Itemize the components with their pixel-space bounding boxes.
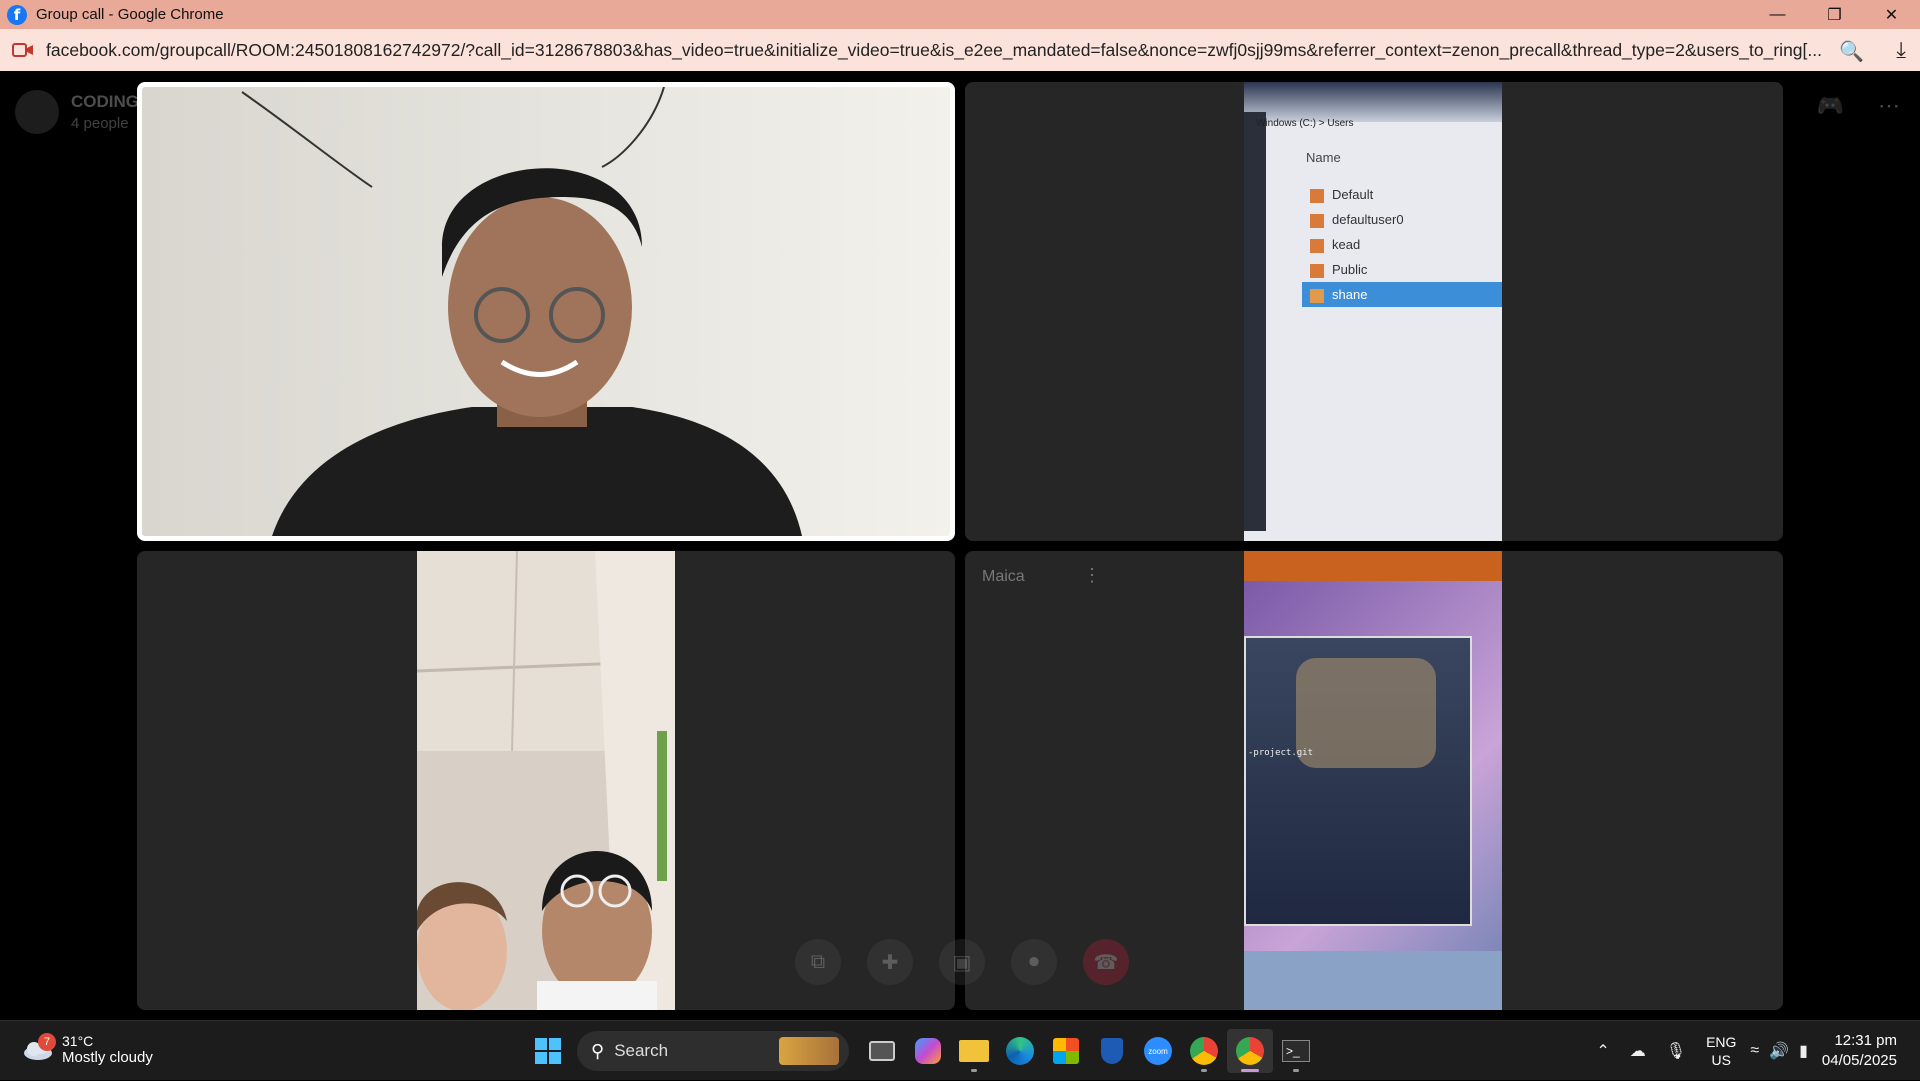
time: 12:31 pm [1834,1032,1897,1049]
edge-icon [1006,1037,1034,1065]
participant-name: Maica [982,568,1025,585]
folder-item: Public [1310,257,1502,282]
participant-2-tile[interactable]: Windows (C:) > Users Name Default defaul… [965,82,1783,541]
end-call-button[interactable]: ☎ [1083,939,1129,985]
video-toggle-button[interactable]: ▣ [939,939,985,985]
zoom-icon[interactable]: 🔍 [1839,39,1864,64]
search-highlight-image [779,1037,839,1065]
mic-toggle-button[interactable]: ⏺ [1011,939,1057,985]
facebook-icon: f [7,4,27,25]
terminal-icon: >_ [1282,1040,1310,1062]
terminal-button[interactable]: >_ [1273,1029,1319,1073]
hang-up-icon: ☎ [1093,951,1119,974]
explorer-column-name: Name [1306,150,1341,165]
close-icon[interactable]: ✕ [1863,0,1920,29]
folder-item-selected: shane [1302,282,1502,307]
share-screen-button[interactable]: ⧉ [795,939,841,985]
url-field[interactable]: facebook.com/groupcall/ROOM:245018081627… [46,40,1826,61]
search-label: Search [614,1041,669,1060]
window-title: Group call - Google Chrome [36,6,224,23]
cloudy-weather-icon: 7 [22,1032,56,1061]
shield-icon [1101,1038,1123,1064]
camera-in-use-icon[interactable] [12,42,34,58]
onedrive-icon[interactable]: ☁ [1630,1041,1646,1061]
task-view-button[interactable] [859,1029,905,1073]
zoom-app-icon: zoom [1144,1037,1172,1065]
participant-2-video: Windows (C:) > Users Name Default defaul… [1244,82,1502,541]
file-explorer-button[interactable] [951,1029,997,1073]
copilot-button[interactable] [905,1029,951,1073]
chrome-button[interactable] [1181,1029,1227,1073]
microphone-icon: ⏺ [1029,950,1039,973]
download-icon[interactable]: ⤓ [1896,37,1906,63]
terminal-text: -project.git [1248,748,1314,758]
weather-condition: Mostly cloudy [62,1049,153,1066]
participant-4-video: -project.git [1244,551,1502,1010]
game-controller-icon[interactable]: 🎮 [1817,93,1844,119]
language-code: ENG [1706,1034,1737,1050]
participant-1-video [142,87,950,536]
region-code: US [1711,1052,1731,1068]
copilot-icon [915,1038,941,1064]
minimize-icon[interactable]: — [1749,0,1806,29]
wifi-icon[interactable]: ≈ [1750,1042,1759,1060]
zoom-app-button[interactable]: zoom [1135,1029,1181,1073]
chevron-up-icon[interactable]: ⌃ [1596,1041,1609,1061]
add-people-button[interactable]: ✚ [867,939,913,985]
group-avatar [15,90,59,134]
start-button[interactable] [525,1029,571,1073]
search-icon: ⚲ [591,1040,605,1061]
call-controls: ⧉ ✚ ▣ ⏺ ☎ [795,939,1129,985]
restore-icon[interactable]: ❐ [1806,0,1863,29]
explorer-path: Windows (C:) > Users [1256,118,1354,129]
taskbar-search[interactable]: ⚲ Search [577,1031,849,1071]
folder-item: kead [1310,232,1502,257]
weather-alert-badge: 7 [38,1032,56,1051]
windows-icon [535,1038,561,1064]
folder-item: Default [1310,182,1502,207]
call-stage: CODING PROJ 4 people ✋ 🎮 ⋯ [0,71,1920,1020]
chrome-icon [1190,1037,1218,1065]
edge-button[interactable] [997,1029,1043,1073]
title-bar: f Group call - Google Chrome — ❐ ✕ [0,0,1920,29]
share-screen-icon: ⧉ [810,950,826,973]
chrome-profile-icon [1236,1037,1264,1065]
language-indicator[interactable]: ENG US [1706,1033,1736,1069]
date: 04/05/2025 [1821,1052,1897,1069]
more-options-icon[interactable]: ⋯ [1878,93,1900,119]
microphone-tray-icon[interactable]: 🎙 [1666,1041,1686,1061]
participant-1-tile[interactable] [137,82,955,541]
folder-item: defaultuser0 [1310,207,1502,232]
weather-widget[interactable]: 7 31°C Mostly cloudy [22,1032,153,1066]
ms-store-button[interactable] [1043,1029,1089,1073]
video-camera-icon: ▣ [952,951,972,974]
task-view-icon [869,1041,895,1061]
taskbar: 7 31°C Mostly cloudy ⚲ Search zoom >_ ⌃ … [0,1020,1920,1080]
battery-icon[interactable]: ▮ [1799,1041,1808,1061]
address-bar: facebook.com/groupcall/ROOM:245018081627… [0,29,1920,71]
folder-icon [959,1040,989,1062]
temperature: 31°C [62,1033,94,1049]
add-person-icon: ✚ [881,951,899,974]
store-icon [1053,1038,1079,1064]
defender-button[interactable] [1089,1029,1135,1073]
system-tray: ⌃ ☁ 🎙 ENG US ≈ 🔊 ▮ 12:31 pm 04/05/2025 [1596,1021,1920,1081]
chrome-profile-button[interactable] [1227,1029,1273,1073]
volume-icon[interactable]: 🔊 [1769,1041,1789,1061]
participant-3-video [417,551,675,1010]
tile-more-icon[interactable]: ⋮ [1083,565,1101,586]
clock[interactable]: 12:31 pm 04/05/2025 [1822,1031,1897,1071]
